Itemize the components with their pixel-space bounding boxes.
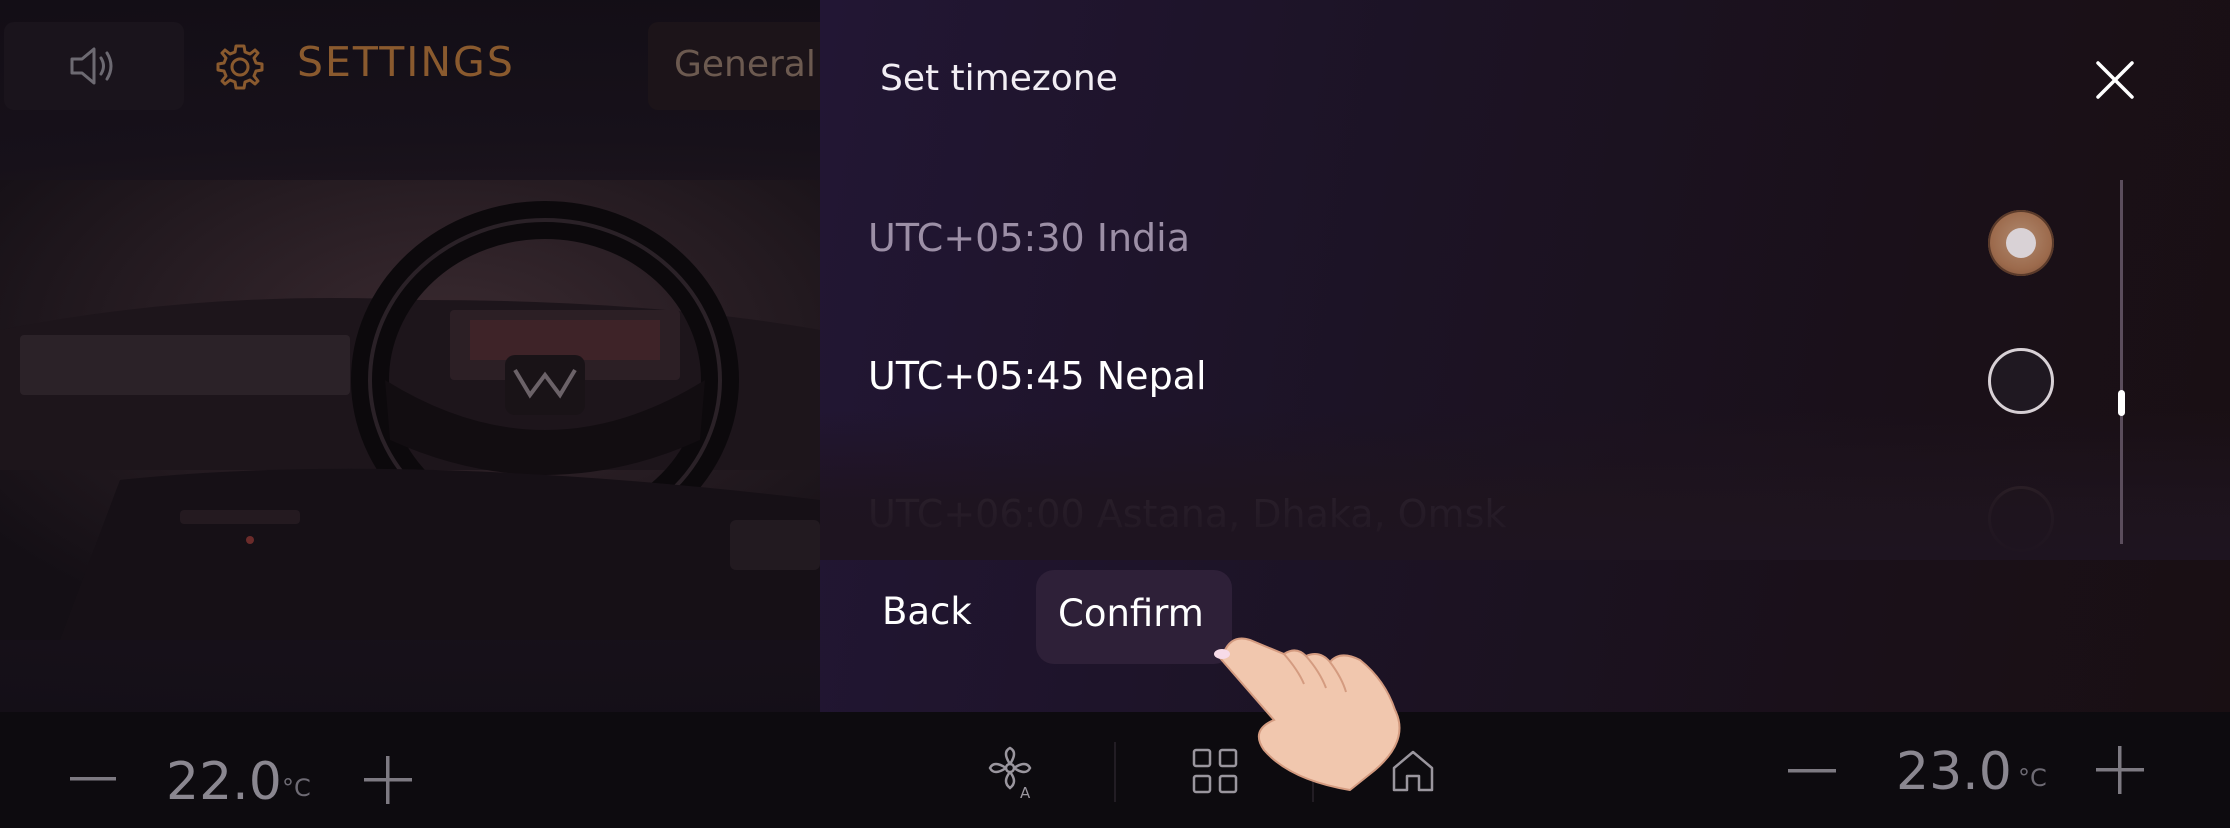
frame-border: [0, 828, 2230, 837]
settings-header: SETTINGS General: [0, 0, 848, 130]
radio-selected[interactable]: [1988, 210, 2054, 276]
svg-text:A: A: [1020, 784, 1031, 800]
radio-dot: [2006, 228, 2036, 258]
radio-unselected[interactable]: [1988, 348, 2054, 414]
climate-bar: 22.0 °C A 23.0 °C: [0, 712, 2230, 837]
left-temperature: 22.0: [166, 752, 282, 812]
timezone-dialog: Set timezone UTC+05:30 India UTC+05:45 N…: [820, 0, 2230, 712]
dialog-title: Set timezone: [880, 58, 1118, 99]
back-button[interactable]: Back: [882, 590, 1002, 650]
page-title: SETTINGS: [297, 38, 515, 86]
minus-icon[interactable]: [70, 776, 116, 782]
divider: [1114, 742, 1116, 802]
gear-icon: [216, 44, 264, 90]
radio-unselected[interactable]: [1988, 486, 2054, 552]
screen: SETTINGS General Set timezone UTC+05:30 …: [0, 0, 2230, 837]
minus-icon[interactable]: [1788, 768, 1836, 774]
timezone-option-astana[interactable]: UTC+06:00 Astana, Dhaka, Omsk: [820, 462, 2120, 562]
timezone-option-nepal[interactable]: UTC+05:45 Nepal: [820, 324, 2120, 424]
right-temperature-unit: °C: [2018, 764, 2047, 792]
hand-pointer-icon: [1214, 637, 1401, 792]
plus-icon[interactable]: [2096, 746, 2144, 794]
timezone-option-label: UTC+06:00 Astana, Dhaka, Omsk: [868, 492, 1507, 536]
timezone-option-label: UTC+05:30 India: [868, 216, 1191, 260]
timezone-list[interactable]: UTC+05:30 India UTC+05:45 Nepal UTC+06:0…: [820, 180, 2120, 560]
right-temperature: 23.0: [1896, 742, 2012, 802]
volume-button[interactable]: [4, 22, 184, 110]
plus-icon[interactable]: [364, 756, 412, 804]
volume-icon: [70, 47, 113, 85]
car-dashboard-image: [0, 180, 820, 640]
left-temperature-unit: °C: [282, 774, 311, 802]
scrollbar-track[interactable]: [2120, 180, 2123, 544]
tab-general[interactable]: General: [648, 22, 848, 110]
fan-auto-icon[interactable]: A: [988, 746, 1042, 800]
close-icon[interactable]: [2090, 55, 2140, 105]
timezone-option-label: UTC+05:45 Nepal: [868, 354, 1207, 398]
scrollbar-thumb[interactable]: [2118, 390, 2125, 416]
timezone-option-india[interactable]: UTC+05:30 India: [820, 186, 2120, 286]
